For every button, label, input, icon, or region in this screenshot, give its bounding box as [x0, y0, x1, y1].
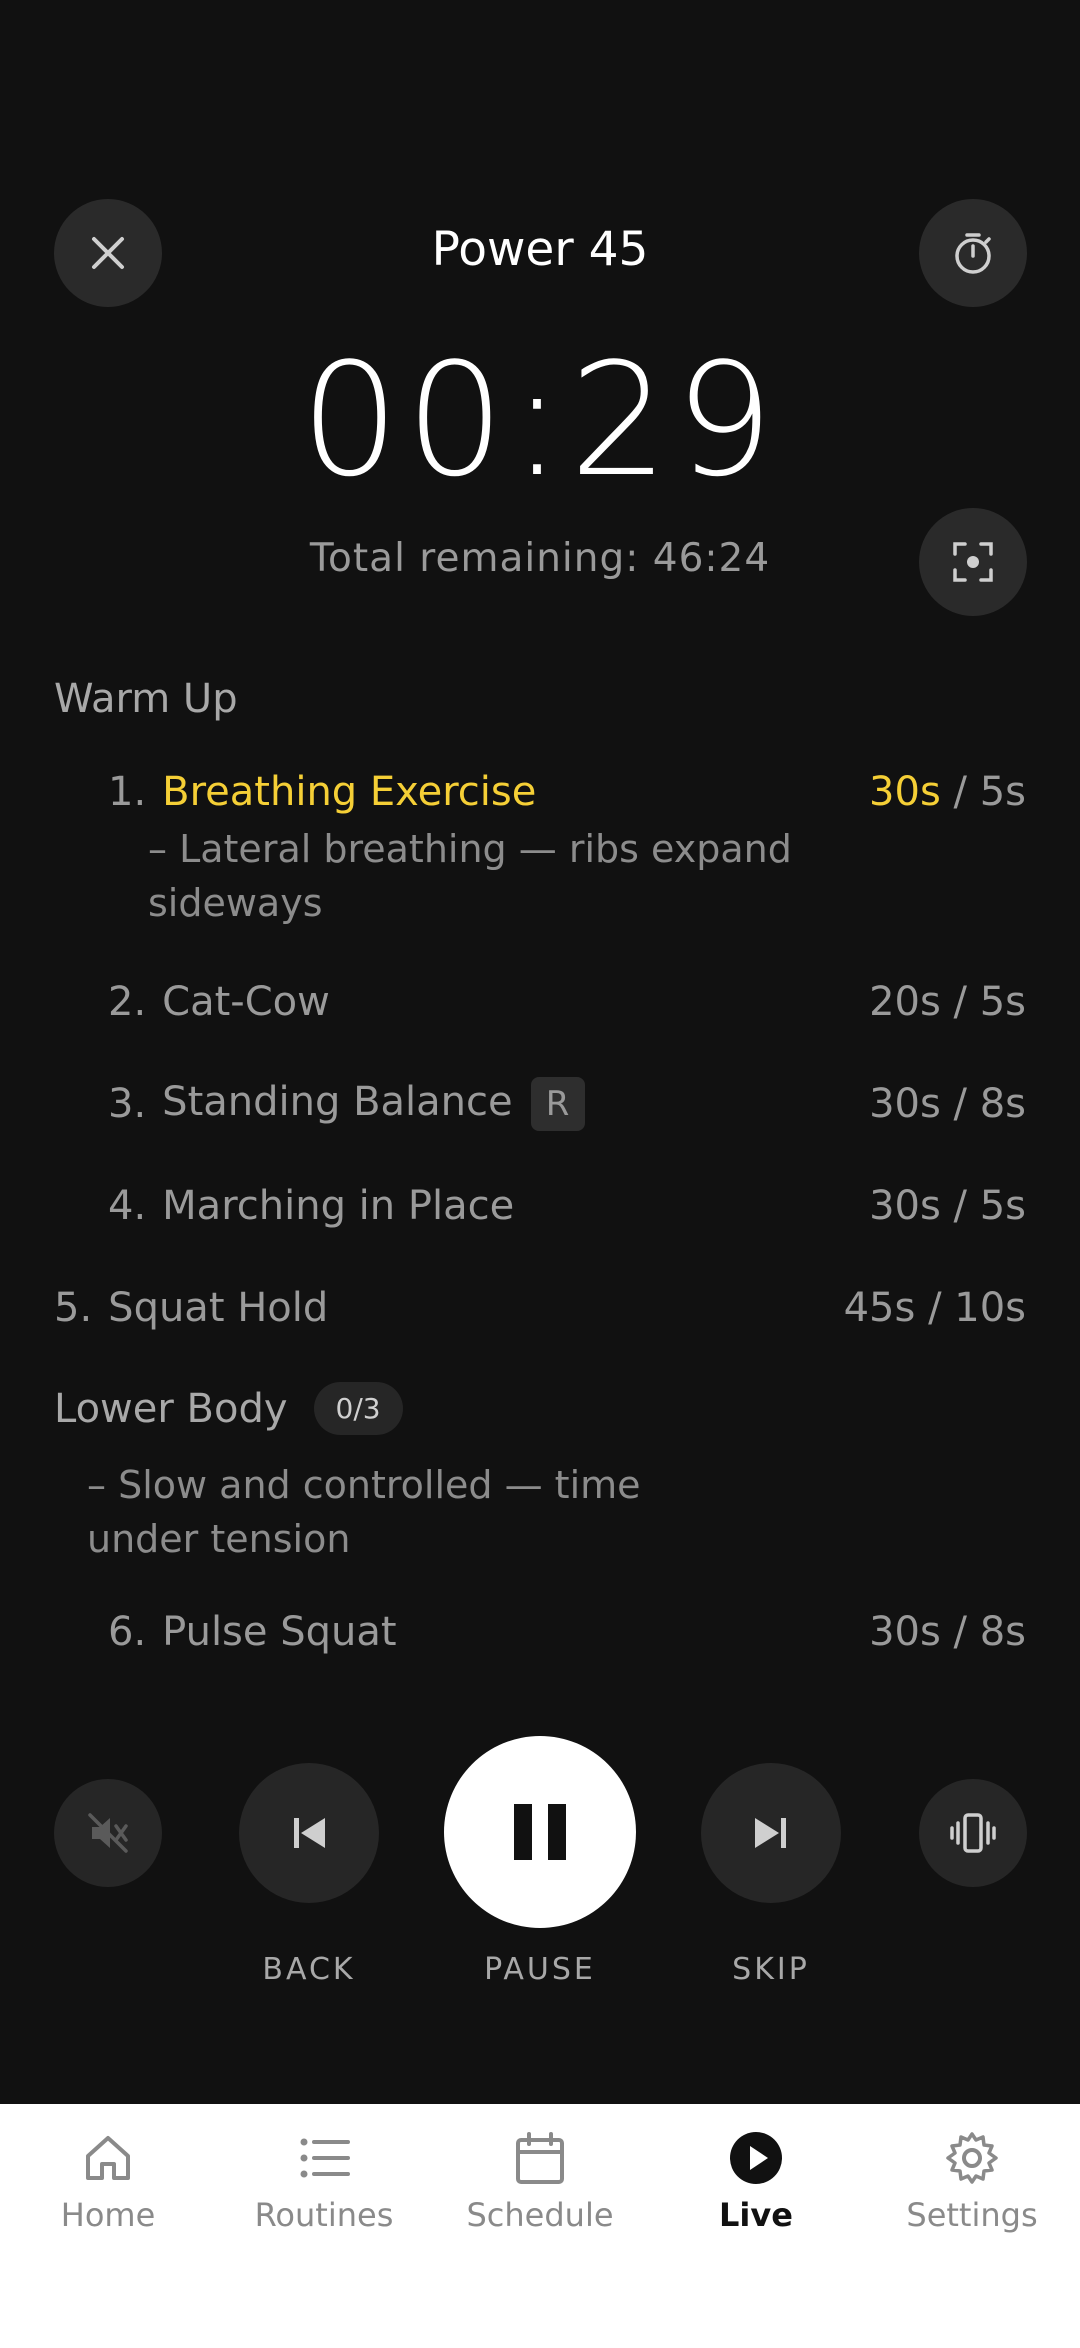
exercise-row[interactable]: 1. Breathing Exercise 30s / 5s	[108, 762, 1026, 822]
tab-settings[interactable]: Settings	[864, 2104, 1080, 2348]
exercise-number: 1.	[108, 769, 147, 815]
progress-badge: 0/3	[313, 1382, 403, 1435]
section-warm-up: Warm Up	[54, 676, 238, 722]
tab-routines[interactable]: Routines	[216, 2104, 432, 2348]
tab-live[interactable]: Live	[648, 2104, 864, 2348]
stopwatch-button[interactable]	[919, 199, 1027, 307]
volume-off-icon	[88, 1813, 128, 1853]
vibrate-button[interactable]	[919, 1779, 1027, 1887]
exercise-duration: 30s / 8s	[869, 1081, 1026, 1127]
exercise-duration: 30s / 5s	[869, 1183, 1026, 1229]
tab-schedule[interactable]: Schedule	[432, 2104, 648, 2348]
tab-label: Live	[719, 2196, 793, 2234]
pause-button[interactable]	[444, 1736, 636, 1928]
back-button[interactable]	[239, 1763, 379, 1903]
exercise-note: – Lateral breathing — ribs expand sidewa…	[148, 822, 792, 930]
exercise-name: Standing Balance R	[162, 1077, 869, 1131]
focus-mode-button[interactable]	[919, 508, 1027, 616]
home-icon	[86, 2136, 130, 2180]
calendar-icon	[516, 2132, 564, 2184]
vibrate-icon	[950, 1813, 996, 1853]
exercise-duration: 30s / 5s	[869, 769, 1026, 815]
pause-label: PAUSE	[484, 1952, 596, 1987]
exercise-row[interactable]: 5. Squat Hold 45s / 10s	[54, 1278, 1026, 1338]
exercise-number: 4.	[108, 1183, 147, 1229]
note-line: – Lateral breathing — ribs expand	[148, 827, 792, 871]
exercise-duration: 30s / 8s	[869, 1609, 1026, 1655]
back-label: BACK	[262, 1952, 356, 1987]
tab-label: Settings	[906, 2196, 1038, 2234]
total-remaining: Total remaining: 46:24	[309, 536, 771, 581]
exercise-number: 5.	[54, 1285, 93, 1331]
exercise-name: Cat-Cow	[162, 979, 330, 1025]
focus-icon	[953, 542, 993, 582]
note-line: sideways	[148, 881, 323, 925]
play-icon	[730, 2132, 782, 2184]
exercise-name-text: Standing Balance	[162, 1079, 513, 1125]
section-title: Warm Up	[54, 676, 238, 722]
section-title: Lower Body	[54, 1385, 288, 1432]
stopwatch-icon	[955, 233, 991, 274]
exercise-number: 2.	[108, 979, 147, 1025]
exercise-name: Squat Hold	[108, 1285, 329, 1331]
exercise-name: Marching in Place	[162, 1183, 515, 1229]
live-workout-screen: Power 45 00:29 Total remaining: 46:24 Wa…	[0, 0, 1080, 2348]
gear-icon	[946, 2132, 998, 2184]
skip-button[interactable]	[701, 1763, 841, 1903]
countdown-timer: 00:29	[300, 329, 780, 511]
tab-home[interactable]: Home	[0, 2104, 216, 2348]
exercise-row[interactable]: 2. Cat-Cow 20s / 5s	[108, 972, 1026, 1032]
tab-label: Home	[60, 2196, 156, 2234]
exercise-number: 6.	[108, 1609, 147, 1655]
bottom-tab-bar: Home Routines Schedule Live Settings	[0, 2104, 1080, 2348]
exercise-name: Pulse Squat	[162, 1609, 397, 1655]
skip-next-icon	[755, 1818, 786, 1848]
tab-label: Schedule	[466, 2196, 614, 2234]
repeat-badge: R	[530, 1077, 585, 1131]
exercise-number: 3.	[108, 1081, 147, 1127]
section-note: – Slow and controlled — time under tensi…	[87, 1458, 641, 1566]
exercise-row[interactable]: 4. Marching in Place 30s / 5s	[108, 1176, 1026, 1236]
list-icon	[300, 2138, 350, 2178]
pause-icon	[514, 1804, 566, 1860]
skip-previous-icon	[294, 1818, 325, 1848]
note-line: under tension	[87, 1517, 351, 1561]
note-line: – Slow and controlled — time	[87, 1463, 641, 1507]
section-lower-body: Lower Body 0/3	[54, 1382, 403, 1435]
mute-button[interactable]	[54, 1779, 162, 1887]
exercise-duration: 20s / 5s	[869, 979, 1026, 1025]
exercise-duration: 45s / 10s	[843, 1285, 1026, 1331]
routine-title: Power 45	[431, 222, 649, 277]
rest-time: / 5s	[940, 769, 1027, 815]
skip-label: SKIP	[732, 1952, 810, 1987]
tab-label: Routines	[254, 2196, 394, 2234]
exercise-name: Breathing Exercise	[162, 769, 537, 815]
exercise-row[interactable]: 6. Pulse Squat 30s / 8s	[108, 1602, 1026, 1662]
work-time: 30s	[869, 769, 941, 815]
exercise-row[interactable]: 3. Standing Balance R 30s / 8s	[108, 1074, 1026, 1134]
